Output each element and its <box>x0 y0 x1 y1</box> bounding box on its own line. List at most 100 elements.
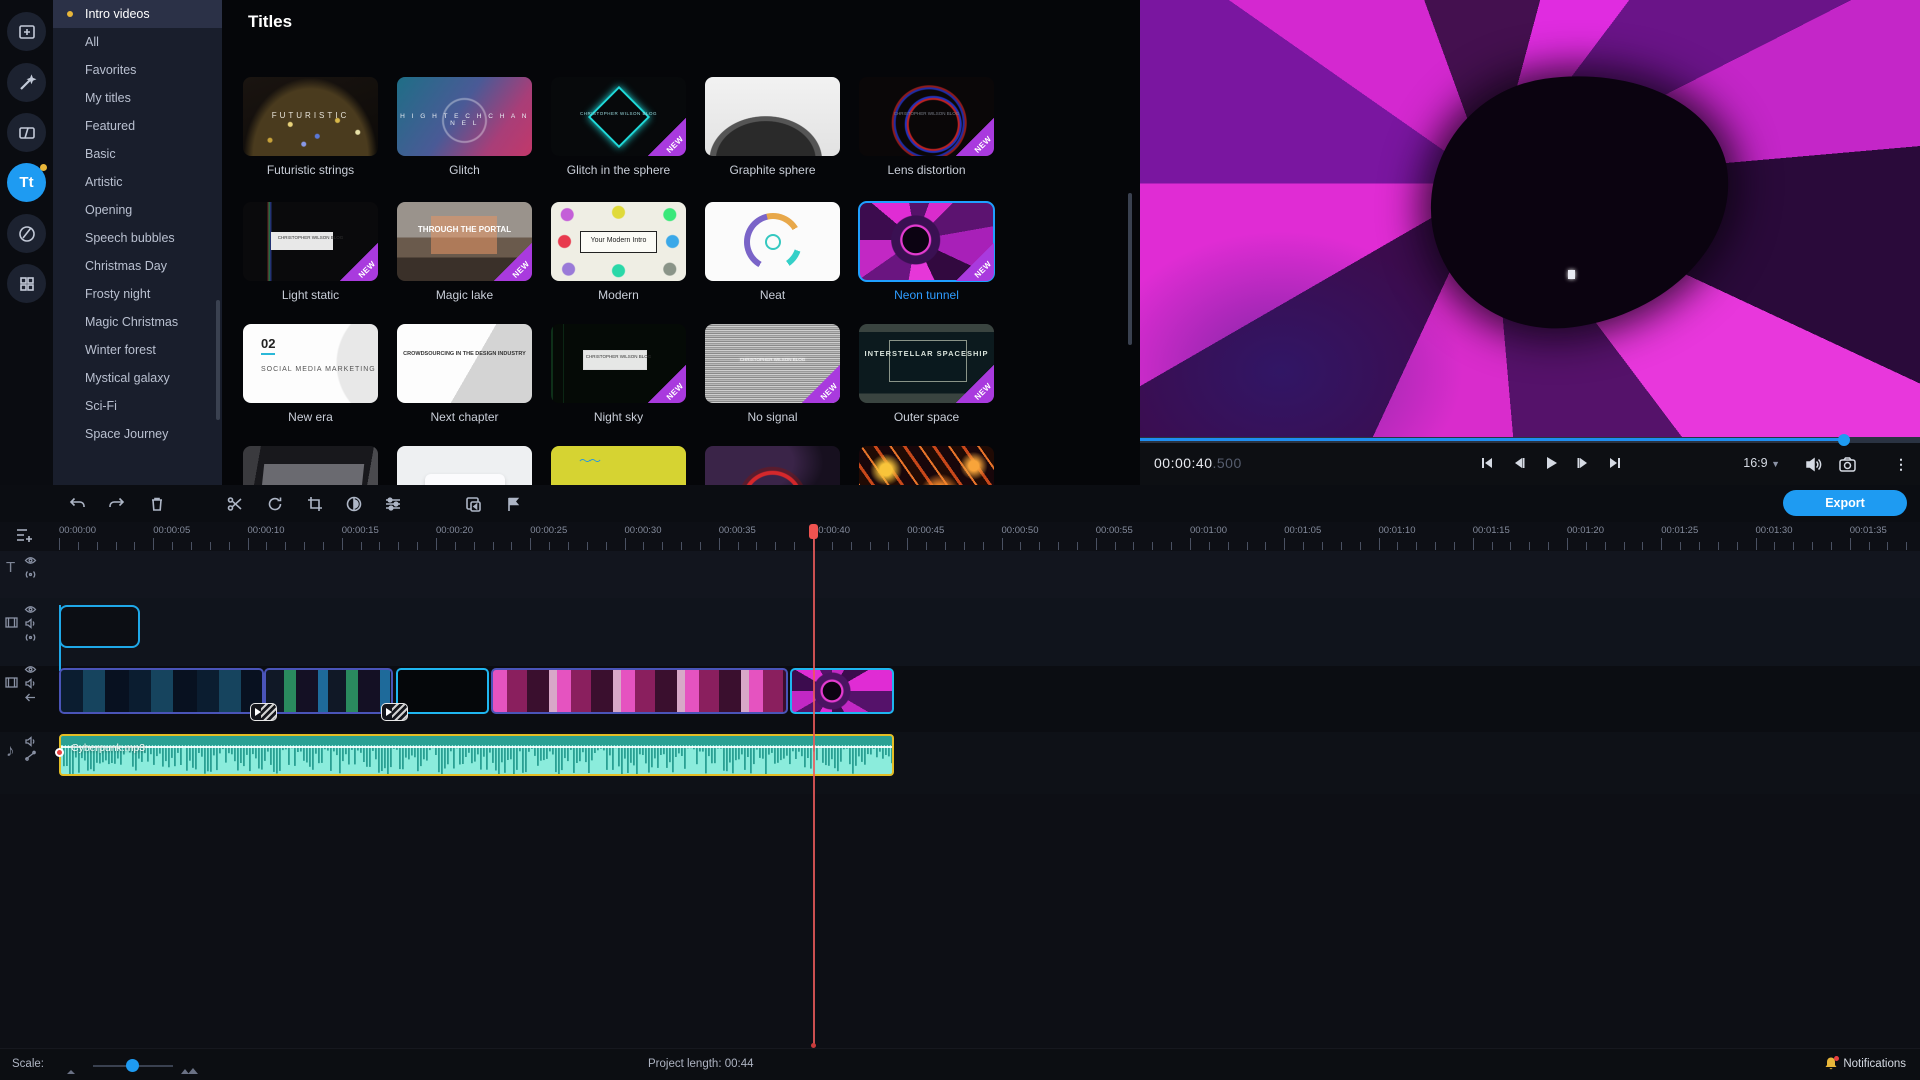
category-item-all[interactable]: All <box>53 28 222 56</box>
category-item-magic-christmas[interactable]: Magic Christmas <box>53 308 222 336</box>
zoom-in-icon[interactable] <box>180 1062 200 1080</box>
category-item-intro-videos[interactable]: Intro videos <box>53 0 222 28</box>
title-card-new-era[interactable]: 02SOCIAL MEDIA MARKETINGNew era <box>243 324 378 424</box>
arrow-left-icon[interactable] <box>24 691 37 704</box>
titles-content: Titles FUTURISTICFuturistic stringsH I G… <box>222 0 1140 485</box>
scale-slider-handle[interactable] <box>126 1059 139 1072</box>
category-item-christmas-day[interactable]: Christmas Day <box>53 252 222 280</box>
more-tools-icon[interactable] <box>7 264 46 303</box>
audio-volume-line[interactable] <box>61 746 892 748</box>
audio-on-icon[interactable] <box>24 735 37 748</box>
video-clip-5[interactable] <box>790 668 894 714</box>
timeline-ruler[interactable]: 00:00:0000:00:0500:00:1000:00:1500:00:20… <box>0 522 1920 551</box>
playhead-handle[interactable] <box>809 524 818 539</box>
eye-icon[interactable] <box>24 603 37 616</box>
audio-clip-label: Cyberpunk.mp3 <box>71 742 145 754</box>
marker-flag-button[interactable] <box>500 491 526 517</box>
audio-keyframe-dot[interactable] <box>55 748 64 757</box>
title-card-t-fire[interactable]: DEVASTATING FIRE <box>859 446 994 485</box>
category-item-basic[interactable]: Basic <box>53 140 222 168</box>
title-card-no-signal[interactable]: CHRISTOPHER WILSON BLOGNEWNo signal <box>705 324 840 424</box>
category-scrollbar[interactable] <box>216 300 220 420</box>
playhead-line[interactable] <box>813 525 815 1045</box>
volume-icon[interactable] <box>1802 453 1824 475</box>
title-card-glitch[interactable]: H I G H T E C H C H A N N E LGlitch <box>397 77 532 177</box>
category-item-speech-bubbles[interactable]: Speech bubbles <box>53 224 222 252</box>
title-card-lens-distortion[interactable]: CHRISTOPHER WILSON BLOGNEWLens distortio… <box>859 77 994 177</box>
title-card-night-sky[interactable]: CHRISTOPHER WILSON BLOGNEWNight sky <box>551 324 686 424</box>
category-item-sci-fi[interactable]: Sci-Fi <box>53 392 222 420</box>
zoom-out-icon[interactable] <box>66 1062 80 1080</box>
cut-scissors-button[interactable] <box>222 491 248 517</box>
category-item-featured[interactable]: Featured <box>53 112 222 140</box>
title-card-neon-tunnel[interactable]: NEWNeon tunnel <box>859 202 994 302</box>
stickers-clock-icon[interactable] <box>7 214 46 253</box>
eye-icon[interactable] <box>24 663 37 676</box>
export-button[interactable]: Export <box>1783 490 1907 516</box>
title-thumbnail: CHRISTOPHER WILSON BLOGNEW <box>243 202 378 281</box>
redo-button[interactable] <box>104 491 130 517</box>
ruler-tick <box>361 542 362 550</box>
eye-icon[interactable] <box>24 554 37 567</box>
thumbnail-text: THROUGH THE PORTAL <box>397 224 532 236</box>
video-clip-2[interactable] <box>264 668 392 714</box>
category-item-favorites[interactable]: Favorites <box>53 56 222 84</box>
title-card-futuristic-strings[interactable]: FUTURISTICFuturistic strings <box>243 77 378 177</box>
clip-properties-button[interactable] <box>380 491 406 517</box>
audio-on-icon[interactable] <box>24 677 37 690</box>
title-card-t-yourlogo[interactable]: YOUR LOGO <box>551 446 686 485</box>
prev-frame-button[interactable] <box>1508 452 1530 474</box>
transition-badge[interactable] <box>381 703 408 721</box>
overlay-clip[interactable] <box>59 605 140 648</box>
category-item-mystical-galaxy[interactable]: Mystical galaxy <box>53 364 222 392</box>
play-button[interactable] <box>1540 452 1562 474</box>
title-card-t-mychannel[interactable]: My Channel <box>397 446 532 485</box>
title-card-t-shining[interactable]: SHINING DARKNESS <box>705 446 840 485</box>
category-item-space-journey[interactable]: Space Journey <box>53 420 222 448</box>
audio-fade-icon[interactable] <box>24 749 37 762</box>
notifications-button[interactable]: Notifications <box>1824 1056 1906 1072</box>
audio-on-icon[interactable] <box>24 617 37 630</box>
more-options-icon[interactable]: ⋮ <box>1890 453 1912 475</box>
delete-button[interactable] <box>144 491 170 517</box>
ruler-tick <box>191 542 192 550</box>
ruler-tick <box>78 542 79 550</box>
link-icon[interactable] <box>24 568 37 581</box>
snapshot-camera-icon[interactable] <box>1836 453 1858 475</box>
titles-icon[interactable]: Tt <box>7 163 46 202</box>
effects-wand-icon[interactable] <box>7 63 46 102</box>
title-card-next-chapter[interactable]: CROWDSOURCING IN THE DESIGN INDUSTRYNext… <box>397 324 532 424</box>
skip-start-button[interactable] <box>1476 452 1498 474</box>
category-item-artistic[interactable]: Artistic <box>53 168 222 196</box>
title-card-modern[interactable]: Your Modern IntroModern <box>551 202 686 302</box>
category-item-frosty-night[interactable]: Frosty night <box>53 280 222 308</box>
audio-clip[interactable]: Cyberpunk.mp3 <box>59 734 894 776</box>
titles-scrollbar[interactable] <box>1128 193 1132 345</box>
skip-end-button[interactable] <box>1604 452 1626 474</box>
undo-button[interactable] <box>64 491 90 517</box>
aspect-ratio-select[interactable]: 16:9 ▼ <box>1743 456 1780 470</box>
title-card-glitch-in-the-sphere[interactable]: CHRISTOPHER WILSON BLOGNEWGlitch in the … <box>551 77 686 177</box>
title-card-outer-space[interactable]: INTERSTELLAR SPACESHIPNEWOuter space <box>859 324 994 424</box>
transitions-icon[interactable] <box>7 113 46 152</box>
category-item-my-titles[interactable]: My titles <box>53 84 222 112</box>
title-card-graphite-sphere[interactable]: Graphite sphere <box>705 77 840 177</box>
video-preview[interactable] <box>1140 0 1920 437</box>
category-item-opening[interactable]: Opening <box>53 196 222 224</box>
video-clip-3[interactable] <box>396 668 488 714</box>
video-clip-4[interactable] <box>491 668 789 714</box>
crop-button[interactable] <box>302 491 328 517</box>
overlay-button[interactable] <box>460 491 486 517</box>
color-adjust-button[interactable] <box>341 491 367 517</box>
import-media-icon[interactable] <box>7 12 46 51</box>
title-card-t-phone[interactable] <box>243 446 378 485</box>
video-clip-1[interactable] <box>59 668 264 714</box>
title-card-light-static[interactable]: CHRISTOPHER WILSON BLOGNEWLight static <box>243 202 378 302</box>
rotate-button[interactable] <box>262 491 288 517</box>
link-icon[interactable] <box>24 631 37 644</box>
title-card-magic-lake[interactable]: THROUGH THE PORTALNEWMagic lake <box>397 202 532 302</box>
title-card-neat[interactable]: Neat <box>705 202 840 302</box>
category-item-winter-forest[interactable]: Winter forest <box>53 336 222 364</box>
transition-badge[interactable] <box>250 703 277 721</box>
next-frame-button[interactable] <box>1572 452 1594 474</box>
